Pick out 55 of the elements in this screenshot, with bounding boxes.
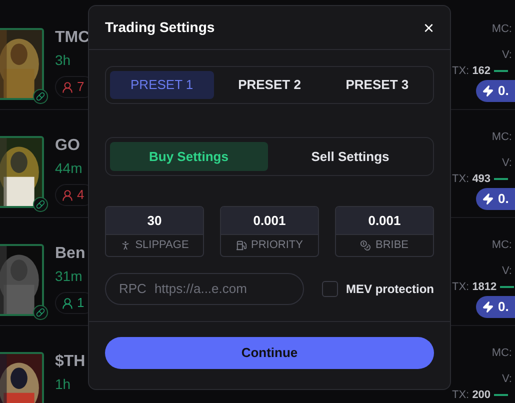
setting-label: PRIORITY bbox=[251, 238, 303, 254]
continue-button[interactable]: Continue bbox=[105, 337, 434, 369]
mc-label: MC: bbox=[492, 22, 513, 36]
pill-icon bbox=[33, 89, 48, 104]
volume-label: V: bbox=[502, 48, 513, 62]
mode-tab[interactable]: Sell Settings bbox=[272, 142, 429, 171]
quick-buy-button[interactable]: 0. bbox=[476, 296, 515, 318]
rpc-input[interactable]: https://a...e.com bbox=[154, 279, 274, 299]
setting-label: BRIBE bbox=[375, 238, 408, 254]
token-age: 44m bbox=[55, 159, 84, 178]
tx-count: TX: 493 bbox=[452, 172, 491, 186]
lightning-icon bbox=[482, 85, 494, 97]
tx-count: TX: 162 bbox=[452, 64, 491, 78]
token-image[interactable] bbox=[0, 136, 44, 208]
token-name: Ben bbox=[55, 244, 86, 264]
tx-count: TX: 1812 bbox=[452, 280, 497, 294]
token-age: 31m bbox=[55, 267, 84, 286]
mode-tab[interactable]: Buy Settings bbox=[110, 142, 268, 171]
rpc-field[interactable]: RPC https://a...e.com bbox=[105, 273, 304, 305]
preset-tab[interactable]: PRESET 3 bbox=[325, 71, 430, 99]
volume-label: V: bbox=[502, 264, 513, 278]
setting-field[interactable]: 0.001 PRIORITY bbox=[220, 206, 319, 257]
quick-buy-button[interactable]: 0. bbox=[476, 188, 515, 210]
setting-value[interactable]: 0.001 bbox=[336, 207, 433, 234]
fuel-icon bbox=[236, 240, 248, 251]
token-name: GO bbox=[55, 136, 81, 156]
pill-icon bbox=[33, 305, 48, 320]
volume-label: V: bbox=[502, 156, 513, 170]
token-age: 3h bbox=[55, 51, 72, 70]
preset-tab[interactable]: PRESET 1 bbox=[110, 71, 214, 99]
pill-icon bbox=[33, 197, 48, 212]
volume-label: V: bbox=[502, 372, 513, 386]
mev-checkbox[interactable] bbox=[322, 281, 338, 297]
quick-buy-button[interactable]: 0. bbox=[476, 80, 515, 102]
rpc-label: RPC bbox=[119, 280, 146, 298]
setting-value[interactable]: 30 bbox=[106, 207, 203, 234]
slippage-icon bbox=[120, 240, 132, 251]
mc-label: MC: bbox=[492, 130, 513, 144]
preset-tab[interactable]: PRESET 2 bbox=[218, 71, 322, 99]
setting-label: SLIPPAGE bbox=[135, 238, 189, 254]
setting-value[interactable]: 0.001 bbox=[221, 207, 318, 234]
setting-field[interactable]: 30 SLIPPAGE bbox=[105, 206, 204, 257]
dialog-title: Trading Settings bbox=[105, 18, 215, 37]
mc-label: MC: bbox=[492, 346, 513, 360]
mc-label: MC: bbox=[492, 238, 513, 252]
tx-count: TX: 200 bbox=[452, 388, 491, 402]
lightning-icon bbox=[482, 301, 494, 313]
token-name: $TH bbox=[55, 352, 86, 372]
coins-icon bbox=[360, 240, 372, 251]
token-name: TMC bbox=[55, 28, 91, 48]
token-age: 1h bbox=[55, 375, 72, 394]
close-button[interactable]: × bbox=[423, 18, 434, 36]
lightning-icon bbox=[482, 193, 494, 205]
setting-field[interactable]: 0.001 BRIBE bbox=[335, 206, 434, 257]
mev-label: MEV protection bbox=[346, 281, 434, 298]
